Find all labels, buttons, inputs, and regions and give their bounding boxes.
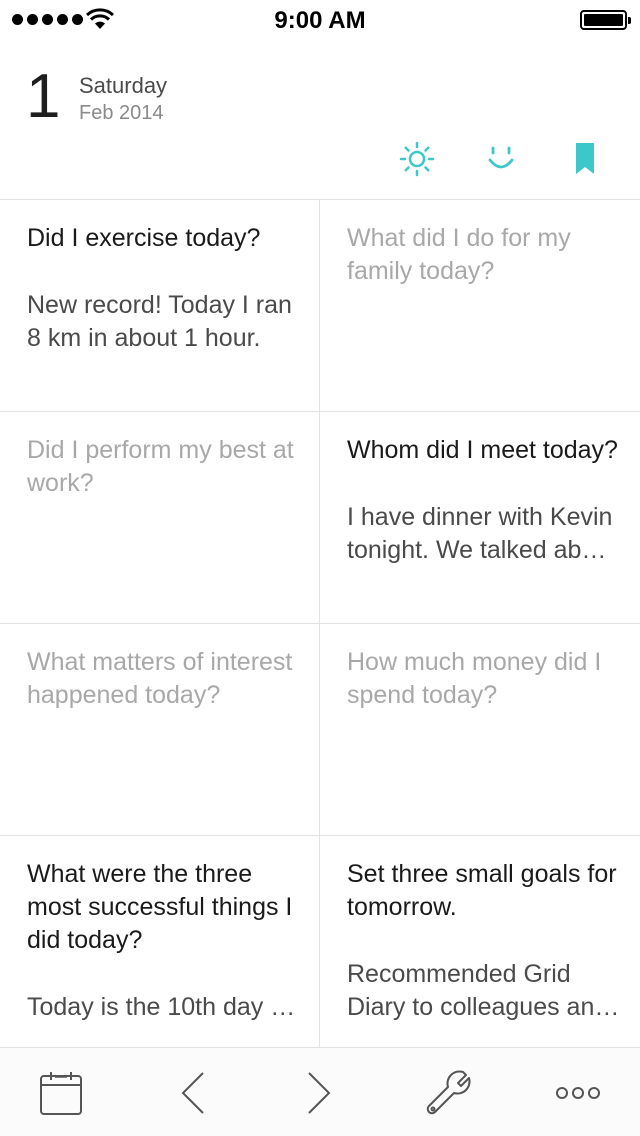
next-day-icon[interactable] bbox=[294, 1068, 344, 1118]
mood-smile-icon[interactable] bbox=[482, 140, 520, 178]
grid-cell[interactable]: How much money did I spend today? bbox=[320, 624, 640, 836]
grid-cell[interactable]: What were the three most successful thin… bbox=[0, 836, 320, 1047]
bookmark-icon[interactable] bbox=[566, 140, 604, 178]
answer-text: New record! Today I ran 8 km in about 1 … bbox=[27, 291, 292, 352]
grid-cell[interactable]: Whom did I meet today? I have dinner wit… bbox=[320, 412, 640, 624]
question-text: What did I do for my family today? bbox=[347, 224, 571, 285]
answer-text: Recommended Grid Diary to colleagues and… bbox=[347, 960, 609, 1021]
more-icon[interactable] bbox=[553, 1068, 603, 1118]
month-year-label: Feb 2014 bbox=[79, 102, 164, 124]
grid-cell[interactable]: What matters of interest happened today? bbox=[0, 624, 320, 836]
status-time: 9:00 AM bbox=[274, 7, 366, 34]
question-text: What matters of interest happened today? bbox=[27, 648, 293, 709]
question-text: Set three small goals for tomorrow. bbox=[347, 860, 617, 921]
weather-sun-icon[interactable] bbox=[398, 140, 436, 178]
settings-wrench-icon[interactable] bbox=[424, 1068, 474, 1118]
battery-icon bbox=[580, 10, 631, 30]
diary-grid: Did I exercise today? New record! Today … bbox=[0, 200, 640, 1047]
grid-cell[interactable]: Did I perform my best at work? bbox=[0, 412, 320, 624]
bottom-toolbar bbox=[0, 1047, 640, 1136]
calendar-icon[interactable] bbox=[36, 1068, 86, 1118]
status-bar: 9:00 AM bbox=[0, 0, 640, 40]
weekday-label: Saturday bbox=[79, 73, 168, 98]
answer-text: Today is the 10th day of my new project. bbox=[27, 993, 299, 1021]
question-text: What were the three most successful thin… bbox=[27, 860, 293, 954]
day-number[interactable]: 1 bbox=[26, 66, 60, 128]
answer-text: I have dinner with Kevin tonight. We tal… bbox=[347, 503, 617, 564]
date-header: 1 Saturday Feb 2014 bbox=[0, 40, 640, 200]
grid-cell[interactable]: Did I exercise today? New record! Today … bbox=[0, 200, 320, 412]
question-text: Whom did I meet today? bbox=[347, 436, 618, 464]
previous-day-icon[interactable] bbox=[168, 1068, 218, 1118]
grid-cell[interactable]: What did I do for my family today? bbox=[320, 200, 640, 412]
question-text: Did I exercise today? bbox=[27, 224, 261, 252]
grid-cell[interactable]: Set three small goals for tomorrow. Reco… bbox=[320, 836, 640, 1047]
question-text: Did I perform my best at work? bbox=[27, 436, 294, 497]
question-text: How much money did I spend today? bbox=[347, 648, 602, 709]
